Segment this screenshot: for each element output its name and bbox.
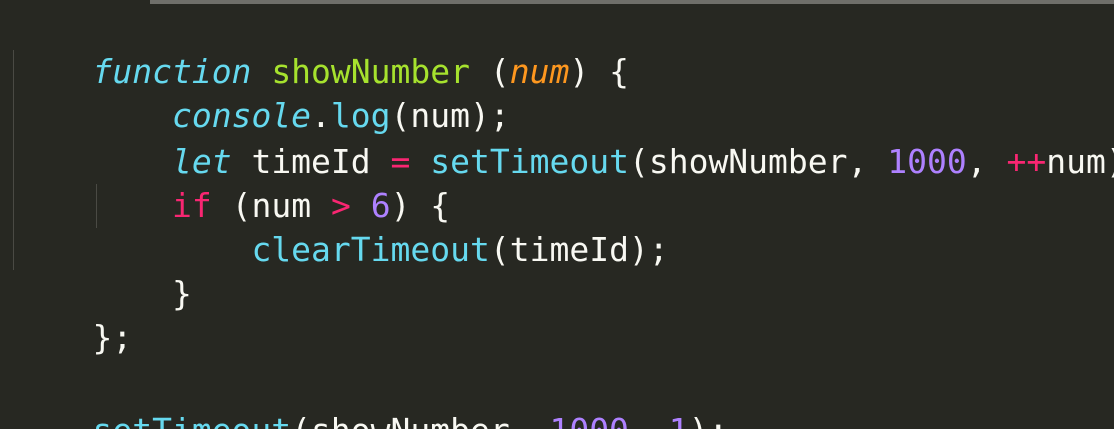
comma: , (966, 142, 1007, 181)
delay-number: 1000 (549, 411, 628, 429)
close-brace: } (171, 274, 192, 313)
increment-operator: ++ (1006, 142, 1047, 181)
comma: , (629, 411, 669, 429)
code-line-9[interactable]: setTimeout(showNumber, 1000, 1); (13, 365, 728, 429)
code-line-6[interactable]: } (13, 228, 192, 313)
settimeout-call: setTimeout (92, 411, 291, 429)
settimeout-args: (showNumber, (628, 142, 888, 181)
delay-number: 1000 (887, 142, 967, 181)
code-line-4[interactable]: if (num > 6) { (13, 140, 450, 225)
cleartimeout-args: (timeId); (489, 230, 669, 269)
code-line-5[interactable]: clearTimeout(timeId); (13, 184, 668, 269)
function-end: }; (92, 318, 133, 357)
code-line-3[interactable]: let timeId = setTimeout(showNumber, 1000… (13, 96, 1114, 181)
code-line-1[interactable]: function showNumber (num) { (13, 6, 628, 91)
line-end: num); (1046, 142, 1114, 181)
start-number: 1 (669, 411, 689, 429)
close-paren-brace: ) { (569, 52, 629, 91)
code-line-2[interactable]: console.log(num); (13, 50, 510, 135)
param-num: num (509, 52, 570, 91)
line-end: ); (689, 411, 729, 429)
top-scroll-strip (150, 0, 1114, 4)
settimeout-args: (showNumber, (291, 411, 549, 429)
settimeout-call: setTimeout (430, 142, 629, 181)
code-editor[interactable]: function showNumber (num) { console.log(… (0, 0, 1114, 429)
code-line-7[interactable]: }; (13, 272, 132, 357)
cleartimeout-call: clearTimeout (251, 230, 490, 269)
